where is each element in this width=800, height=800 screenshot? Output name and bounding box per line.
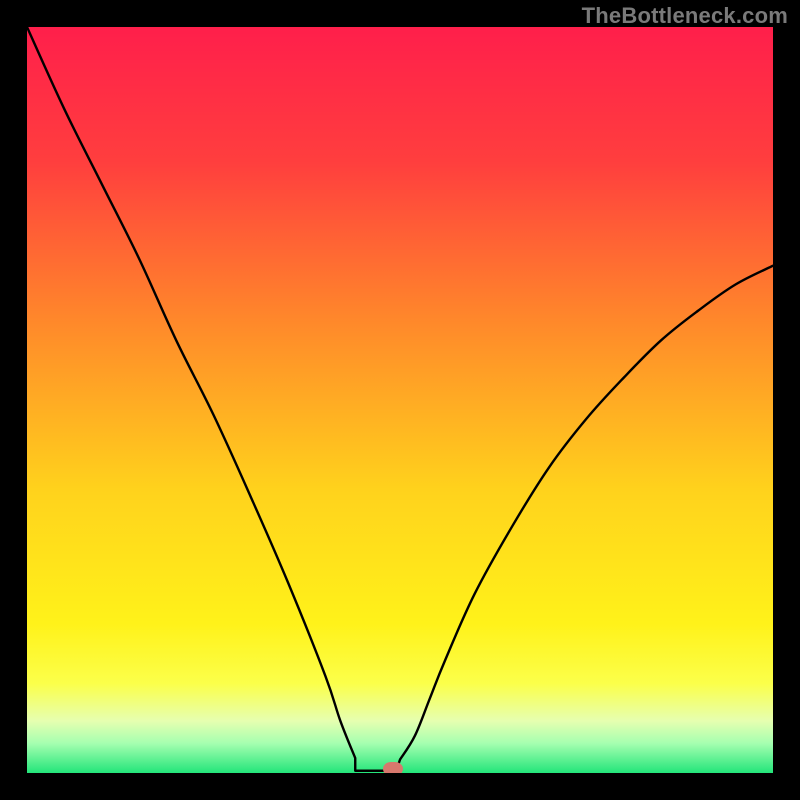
chart-frame: TheBottleneck.com	[0, 0, 800, 800]
bottleneck-curve	[27, 27, 773, 773]
plot-area	[27, 27, 773, 773]
watermark-text: TheBottleneck.com	[582, 3, 788, 29]
optimal-point-marker	[383, 762, 403, 773]
